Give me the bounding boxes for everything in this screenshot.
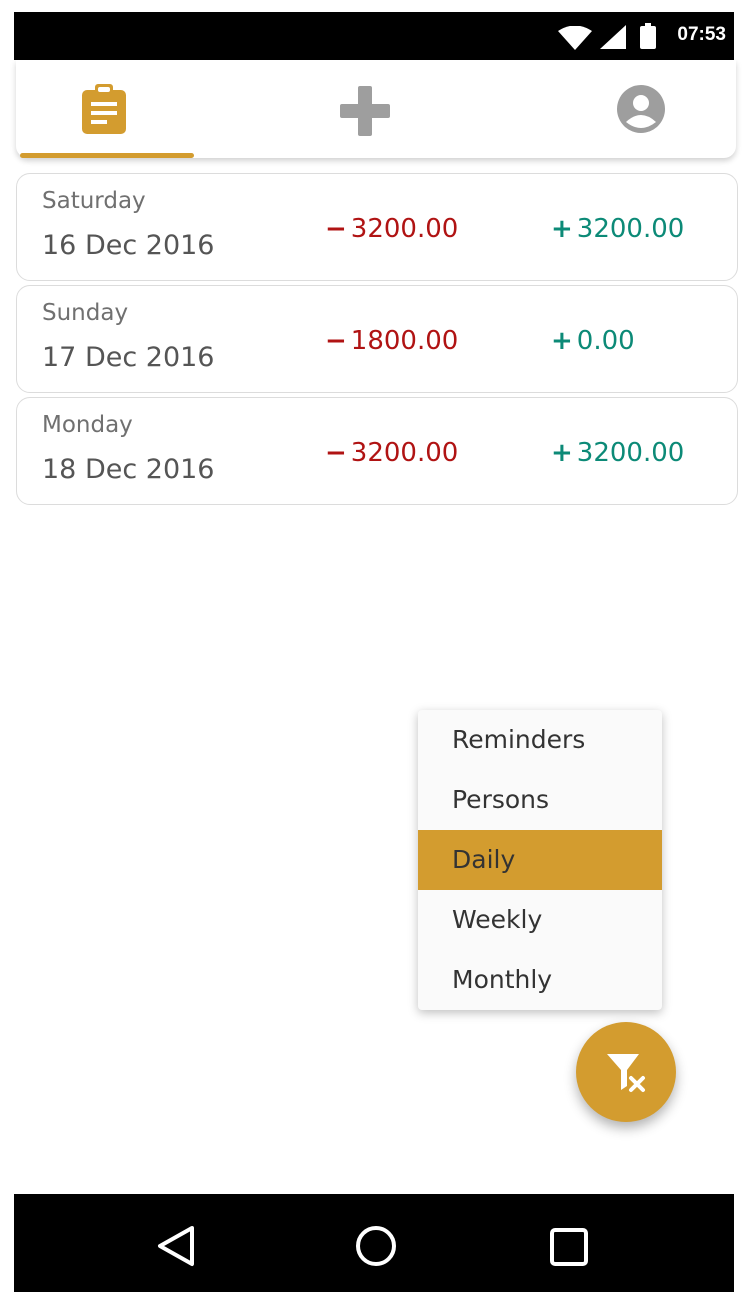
day-date: 18 Dec 2016 [42, 454, 215, 485]
day-card[interactable]: Monday 18 Dec 2016 −3200.00 +3200.00 [16, 397, 738, 505]
debit-amount: 1800.00 [350, 326, 459, 356]
day-credit: +0.00 [551, 326, 635, 356]
home-icon[interactable] [354, 1224, 398, 1268]
plus-sign: + [551, 214, 573, 244]
credit-amount: 0.00 [576, 326, 635, 356]
menu-item-monthly[interactable]: Monthly [418, 950, 662, 1010]
account-circle-icon [617, 85, 665, 133]
debit-amount: 3200.00 [350, 438, 459, 468]
navigation-bar [14, 1194, 734, 1292]
credit-amount: 3200.00 [576, 214, 685, 244]
day-card[interactable]: Saturday 16 Dec 2016 −3200.00 +3200.00 [16, 173, 738, 281]
minus-sign: − [325, 214, 347, 244]
day-credit: +3200.00 [551, 438, 684, 468]
tab-bar [16, 60, 736, 158]
signal-icon [600, 25, 626, 49]
plus-sign: + [551, 326, 573, 356]
filter-remove-icon [607, 1054, 645, 1092]
menu-item-daily[interactable]: Daily [418, 830, 662, 890]
day-debit: −1800.00 [325, 326, 458, 356]
day-credit: +3200.00 [551, 214, 684, 244]
day-weekday: Sunday [42, 300, 129, 326]
menu-item-reminders[interactable]: Reminders [418, 710, 662, 770]
day-list: Saturday 16 Dec 2016 −3200.00 +3200.00 S… [16, 173, 738, 509]
battery-icon [640, 23, 656, 49]
credit-amount: 3200.00 [576, 438, 685, 468]
view-mode-menu: Reminders Persons Daily Weekly Monthly [418, 710, 662, 1010]
menu-item-weekly[interactable]: Weekly [418, 890, 662, 950]
menu-item-persons[interactable]: Persons [418, 770, 662, 830]
tab-profile[interactable] [552, 60, 732, 158]
back-icon[interactable] [154, 1224, 198, 1268]
day-weekday: Monday [42, 412, 133, 438]
clipboard-list-icon [82, 84, 126, 134]
plus-icon [340, 86, 390, 136]
debit-amount: 3200.00 [350, 214, 459, 244]
status-time: 07:53 [677, 24, 726, 45]
tab-indicator [20, 153, 194, 158]
minus-sign: − [325, 326, 347, 356]
minus-sign: − [325, 438, 347, 468]
recents-icon[interactable] [550, 1228, 588, 1266]
day-debit: −3200.00 [325, 438, 458, 468]
tab-add[interactable] [274, 60, 454, 158]
day-debit: −3200.00 [325, 214, 458, 244]
day-date: 17 Dec 2016 [42, 342, 215, 373]
day-weekday: Saturday [42, 188, 146, 214]
tab-entries[interactable] [16, 60, 196, 158]
wifi-icon [558, 26, 592, 50]
plus-sign: + [551, 438, 573, 468]
filter-fab-button[interactable] [576, 1022, 676, 1122]
frame-left [0, 0, 14, 1310]
status-bar: 07:53 [14, 12, 734, 60]
day-card[interactable]: Sunday 17 Dec 2016 −1800.00 +0.00 [16, 285, 738, 393]
day-date: 16 Dec 2016 [42, 230, 215, 261]
